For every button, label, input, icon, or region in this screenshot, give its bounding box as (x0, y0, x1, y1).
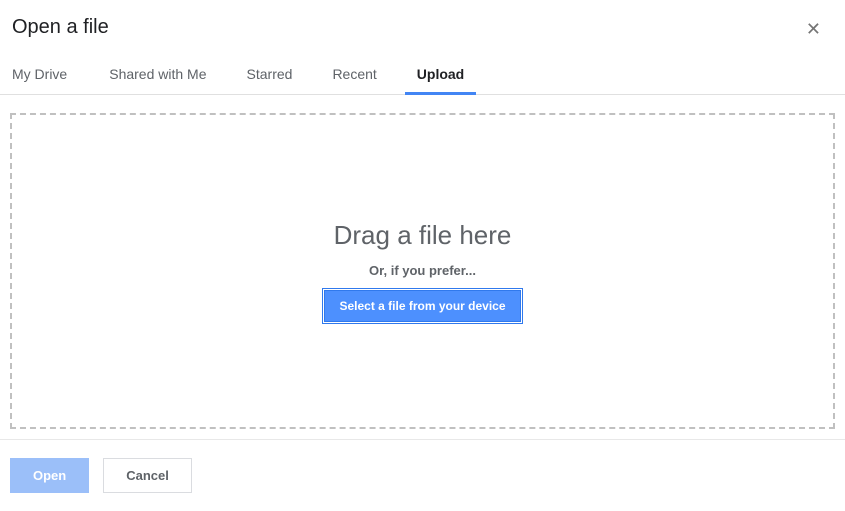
open-file-dialog: Open a file ✕ My Drive Shared with Me St… (0, 0, 845, 511)
tab-label: Upload (417, 66, 464, 82)
dropzone-title: Drag a file here (334, 220, 512, 251)
file-dropzone[interactable]: Drag a file here Or, if you prefer... Se… (10, 113, 835, 429)
tab-label: Shared with Me (109, 66, 206, 82)
dialog-header: Open a file ✕ (0, 0, 845, 52)
select-file-button[interactable]: Select a file from your device (324, 290, 520, 322)
close-button[interactable]: ✕ (802, 16, 825, 42)
cancel-button[interactable]: Cancel (103, 458, 192, 493)
tab-my-drive[interactable]: My Drive (0, 52, 89, 94)
tab-label: Starred (247, 66, 293, 82)
tab-starred[interactable]: Starred (227, 52, 313, 94)
dialog-footer: Open Cancel (0, 439, 845, 511)
tab-bar: My Drive Shared with Me Starred Recent U… (0, 52, 845, 95)
tab-label: Recent (332, 66, 376, 82)
upload-panel: Drag a file here Or, if you prefer... Se… (0, 95, 845, 439)
tab-recent[interactable]: Recent (312, 52, 396, 94)
tab-shared-with-me[interactable]: Shared with Me (89, 52, 226, 94)
open-button[interactable]: Open (10, 458, 89, 493)
tab-upload[interactable]: Upload (397, 52, 484, 94)
close-icon: ✕ (806, 19, 821, 39)
tab-label: My Drive (12, 66, 67, 82)
dropzone-or-text: Or, if you prefer... (369, 263, 476, 278)
dialog-title: Open a file (12, 16, 109, 39)
